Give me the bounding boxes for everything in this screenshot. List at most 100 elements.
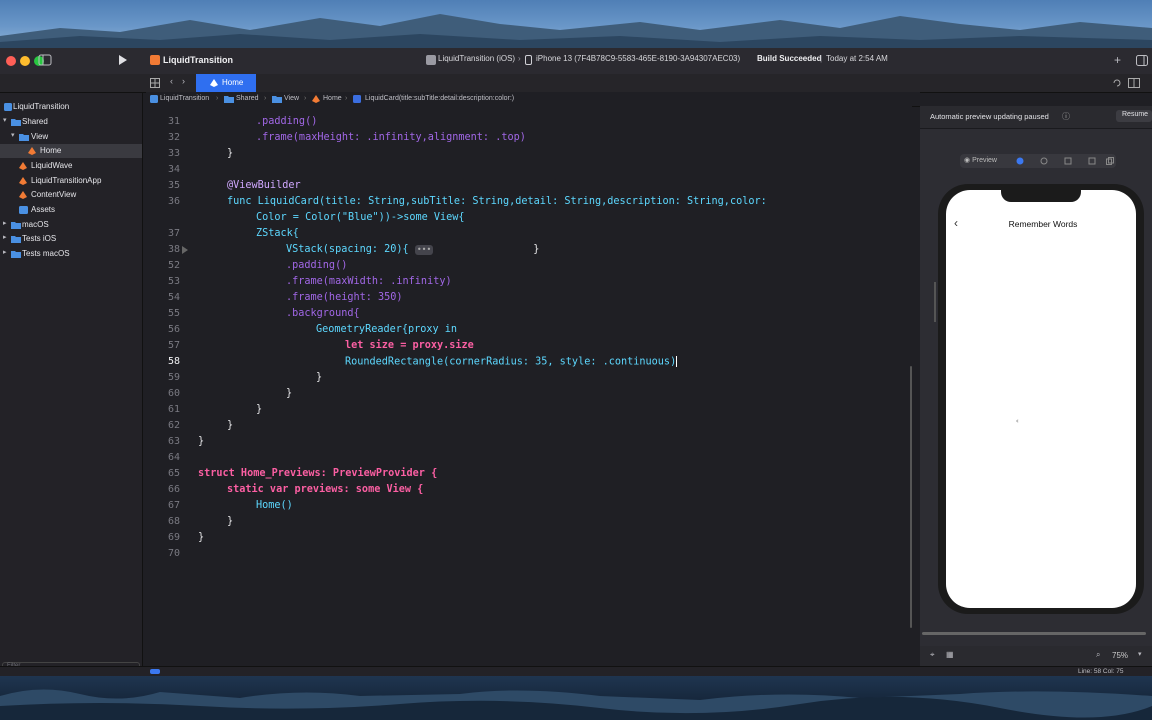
code-line: .frame(height: 350) (286, 292, 403, 303)
device-settings-icon[interactable] (1064, 157, 1072, 165)
tab-home[interactable]: Home (196, 74, 256, 92)
swift-file-icon (19, 177, 27, 185)
line-number: 59 (167, 372, 180, 383)
code-text: Color = Color("Blue"))->some View{ (256, 212, 465, 223)
project-navigator: LiquidTransition ▾ Shared ▾ View Home Li… (0, 74, 143, 676)
desktop-wallpaper-top (0, 0, 1152, 48)
sidebar-item-label: LiquidTransition (13, 102, 70, 111)
breadcrumb-item-function[interactable]: LiquidCard(title:subTitle:detail:descrip… (365, 95, 514, 102)
text-cursor (676, 356, 678, 367)
sidebar-toggle-icon[interactable] (38, 54, 52, 66)
breadcrumb-item-shared[interactable]: Shared (236, 95, 259, 102)
sidebar-item-label: Shared (22, 117, 48, 126)
preview-header: Automatic preview updating paused ⓘ Resu… (920, 106, 1152, 129)
code-text: ZStack{ (256, 228, 299, 239)
line-number: 61 (167, 404, 180, 415)
chevron-down-icon[interactable]: ▾ (1138, 650, 1142, 658)
sidebar-item-liquidtransition[interactable]: LiquidTransition (0, 100, 142, 114)
sidebar-item-view[interactable]: ▾ View (0, 130, 142, 144)
device-selector[interactable]: iPhone 13 (7F4B78C9-5583-465E-8190-3A943… (536, 54, 740, 63)
forward-arrow-icon[interactable]: › (182, 76, 185, 86)
folder-icon (272, 96, 282, 103)
line-number: 37 (167, 228, 180, 239)
preview-status-text: Automatic preview updating paused (930, 112, 1049, 121)
grid-icon[interactable]: ▦ (946, 650, 954, 659)
line-number: 67 (167, 500, 180, 511)
sidebar-item-contentview[interactable]: ContentView (0, 188, 142, 202)
line-number: 70 (167, 548, 180, 559)
titlebar: LiquidTransition LiquidTransition (iOS) … (0, 48, 1152, 75)
cursor-position: Line: 58 Col: 75 (1078, 668, 1124, 675)
editor-scrollbar[interactable] (910, 366, 912, 628)
chevron-right-icon[interactable]: ▸ (3, 248, 7, 256)
line-number: 55 (167, 308, 180, 319)
variants-icon[interactable] (1040, 157, 1048, 165)
line-number: 68 (167, 516, 180, 527)
copy-icon[interactable] (1106, 157, 1114, 165)
code-line: .padding() (256, 116, 317, 127)
sidebar-item-liquidtransitionapp[interactable]: LiquidTransitionApp (0, 174, 142, 188)
build-time: Today at 2:54 AM (826, 54, 888, 63)
line-number: 60 (167, 388, 180, 399)
breadcrumb-item-view[interactable]: View (284, 95, 299, 102)
code-text: .background{ (286, 308, 360, 319)
sidebar-item-tests-macos[interactable]: ▸ Tests macOS (0, 247, 142, 261)
live-preview-icon[interactable] (1016, 157, 1024, 165)
swift-file-icon (210, 79, 218, 87)
scheme-selector[interactable]: LiquidTransition (iOS) (438, 54, 515, 63)
swift-file-icon (312, 95, 320, 103)
inspector-toggle-icon[interactable] (1136, 55, 1148, 66)
sidebar-item-label: Home (40, 146, 62, 155)
sidebar-item-label: LiquidTransitionApp (31, 176, 102, 185)
zoom-icon[interactable]: ⌕ (1096, 650, 1100, 660)
close-window-button[interactable] (6, 56, 16, 66)
preview-side-handle[interactable] (934, 282, 936, 322)
code-line: } (256, 404, 263, 415)
sidebar-item-label: macOS (22, 220, 49, 229)
code-text: @ViewBuilder (227, 180, 301, 191)
preview-scrollbar[interactable] (922, 632, 1146, 635)
code-line: } (227, 516, 234, 527)
breadcrumb-item-project[interactable]: LiquidTransition (160, 95, 209, 102)
chevron-down-icon[interactable]: ▾ (11, 131, 15, 139)
iphone-device-icon (525, 55, 532, 65)
zoom-level[interactable]: 75% (1112, 651, 1128, 660)
debug-area-indicator[interactable] (150, 669, 160, 674)
refresh-icon[interactable] (1112, 78, 1122, 88)
back-arrow-icon[interactable]: ‹ (170, 76, 173, 86)
pin-icon[interactable]: ⌖ (930, 650, 935, 660)
folder-icon (11, 119, 21, 126)
resume-button[interactable]: Resume (1116, 110, 1152, 122)
sidebar-item-label: Tests macOS (22, 249, 70, 258)
sidebar-item-home[interactable]: Home (0, 144, 142, 158)
preview-mode-label: Preview (972, 157, 997, 164)
preview-footer: ⌖ ▦ ⌕ 75% ▾ (920, 632, 1152, 666)
chevron-down-icon[interactable]: ▾ (3, 116, 7, 124)
sidebar-item-label: ContentView (31, 190, 77, 199)
sidebar-item-liquidwave[interactable]: LiquidWave (0, 159, 142, 173)
duplicate-preview-icon[interactable] (1088, 157, 1096, 165)
info-icon[interactable]: ⓘ (1062, 111, 1070, 122)
line-number: 63 (167, 436, 180, 447)
status-separator: | (820, 54, 823, 63)
add-icon[interactable]: + (1114, 53, 1121, 67)
sidebar-item-shared[interactable]: ▾ Shared (0, 115, 142, 129)
split-editor-icon[interactable] (1128, 78, 1140, 88)
sidebar-item-assets[interactable]: Assets (0, 203, 142, 217)
code-line: } (198, 436, 205, 447)
fold-disclosure-icon[interactable] (182, 246, 188, 254)
minimize-window-button[interactable] (20, 56, 30, 66)
code-fold-marker[interactable]: ••• (414, 245, 434, 255)
speaker-icon[interactable]: 🔈︎ (1016, 418, 1020, 426)
sidebar-item-macos[interactable]: ▸ macOS (0, 218, 142, 232)
chevron-right-icon[interactable]: ▸ (3, 233, 7, 241)
grid-menu-icon[interactable] (150, 78, 160, 88)
run-play-icon[interactable] (118, 54, 128, 66)
sidebar-item-tests-ios[interactable]: ▸ Tests iOS (0, 232, 142, 246)
code-editor[interactable]: 31 .padding() 32 .frame(maxHeight: .infi… (146, 106, 912, 666)
phone-screen[interactable]: ‹ Remember Words 🔈︎ (946, 190, 1136, 608)
line-number: 56 (167, 324, 180, 335)
preview-mode-button[interactable]: ◉ Preview (964, 156, 997, 164)
chevron-right-icon[interactable]: ▸ (3, 219, 7, 227)
breadcrumb-item-home[interactable]: Home (323, 95, 342, 102)
